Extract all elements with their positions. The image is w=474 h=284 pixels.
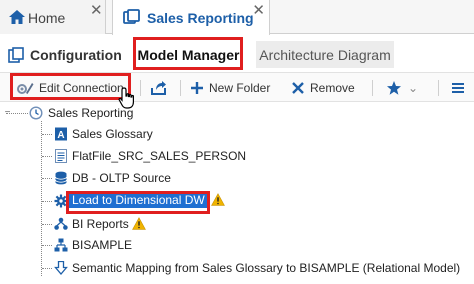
tab-architecture-diagram-label: Architecture Diagram — [259, 46, 391, 63]
star-icon — [387, 81, 401, 95]
remove-x-icon — [292, 82, 304, 94]
model-tree: − Sales Reporting A Sales Glossary FlatF… — [0, 103, 474, 284]
tree-item-label: FlatFile_SRC_SALES_PERSON — [72, 149, 247, 163]
tree-item-label: BISAMPLE — [72, 238, 133, 252]
remove-button[interactable]: Remove — [291, 73, 355, 103]
plus-icon — [191, 82, 203, 94]
new-folder-label: New Folder — [209, 81, 271, 95]
toolbar-separator — [372, 80, 373, 96]
menu-button[interactable] — [451, 73, 470, 103]
hamburger-menu-icon — [452, 83, 464, 93]
edit-connection-label: Edit Connection — [39, 81, 124, 95]
tab-home-label: Home — [28, 10, 66, 26]
project-icon — [123, 9, 140, 24]
model-icon — [54, 238, 68, 252]
tab-home[interactable]: Home ✕ — [0, 0, 106, 34]
view-tab-bar: Configuration Model Manager Architecture… — [0, 35, 474, 72]
chevron-down-icon: ⌄ — [408, 81, 419, 95]
flat-file-icon — [55, 149, 67, 163]
tab-architecture-diagram[interactable]: Architecture Diagram — [256, 41, 394, 68]
tree-connector — [42, 201, 52, 202]
svg-text:A: A — [57, 130, 64, 141]
warning-icon — [210, 193, 225, 206]
tree-item-label: BI Reports — [72, 217, 129, 231]
favorite-button[interactable] — [386, 73, 407, 103]
project-clock-icon — [29, 106, 43, 120]
tree-item-label: Sales Glossary — [72, 127, 153, 141]
edit-connection-icon — [17, 83, 34, 94]
tab-configuration[interactable]: Configuration — [8, 41, 122, 68]
tree-connector — [42, 156, 52, 157]
new-folder-button[interactable]: New Folder — [190, 73, 270, 103]
glossary-icon: A — [55, 127, 67, 141]
tree-connector — [42, 224, 52, 225]
tree-connector — [42, 134, 52, 135]
tree-item-label: Semantic Mapping from Sales Glossary to … — [72, 261, 461, 275]
export-icon — [151, 81, 166, 95]
database-icon — [55, 171, 67, 185]
tree-root-label: Sales Reporting — [48, 106, 134, 120]
home-icon — [9, 10, 25, 24]
configuration-icon — [8, 46, 24, 63]
semantic-mapping-icon — [54, 261, 68, 275]
document-tab-bar: Home ✕ Sales Reporting ✕ — [0, 0, 474, 35]
tab-home-close-icon[interactable]: ✕ — [90, 3, 103, 18]
favorite-dropdown[interactable]: ⌄ — [408, 73, 418, 103]
tree-connector — [42, 178, 52, 179]
tree-connector — [6, 113, 28, 114]
remove-label: Remove — [310, 81, 355, 95]
tab-sales-reporting[interactable]: Sales Reporting ✕ — [112, 0, 270, 35]
tree-connector — [41, 121, 42, 276]
tree-item-label-wrap: Load to Dimensional DW — [69, 192, 225, 208]
tree-connector — [42, 268, 52, 269]
toolbar: Edit Connection New Folder Remove ⌄ — [0, 72, 474, 102]
tab-sales-reporting-label: Sales Reporting — [147, 10, 254, 26]
tab-configuration-label: Configuration — [30, 46, 122, 63]
export-button[interactable] — [150, 73, 173, 103]
bi-report-icon — [54, 217, 68, 230]
toolbar-separator — [180, 80, 181, 96]
tab-model-manager[interactable]: Model Manager — [135, 41, 242, 68]
toolbar-separator — [438, 80, 439, 96]
warning-icon — [131, 217, 146, 230]
edit-connection-button[interactable]: Edit Connection — [16, 73, 124, 103]
toolbar-separator — [140, 80, 141, 96]
mapping-gear-icon — [54, 194, 68, 208]
tab-model-manager-label: Model Manager — [137, 46, 240, 63]
tree-item-label: Load to Dimensional DW — [69, 192, 208, 208]
tree-item-label: DB - OLTP Source — [72, 171, 171, 185]
tree-item-label-wrap: BI Reports — [72, 217, 146, 231]
tab-sales-reporting-close-icon[interactable]: ✕ — [252, 3, 265, 18]
tree-connector — [42, 245, 52, 246]
